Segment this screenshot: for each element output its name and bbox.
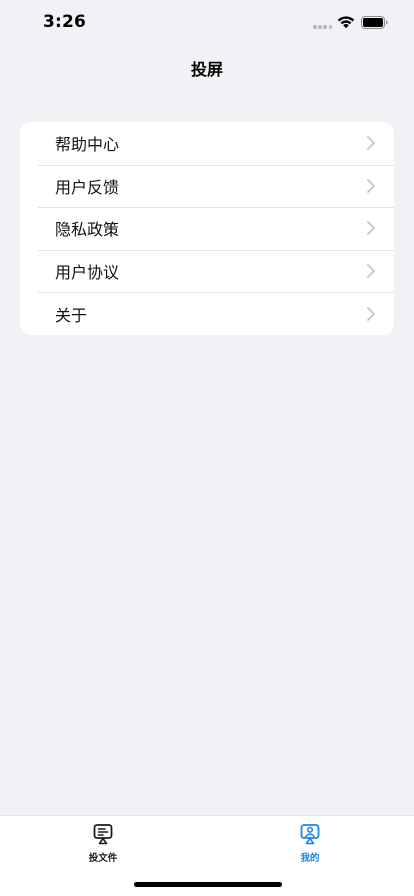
page-title: 投屏 bbox=[190, 60, 223, 79]
menu-item-help-center[interactable]: 帮助中心 bbox=[20, 122, 394, 165]
chevron-right-icon bbox=[367, 178, 375, 193]
menu-item-user-agreement[interactable]: 用户协议 bbox=[20, 249, 394, 293]
signal-dots-icon bbox=[313, 25, 333, 29]
menu-item-label: 隐私政策 bbox=[55, 220, 120, 240]
wifi-icon bbox=[337, 16, 355, 29]
tab-label: 投文件 bbox=[88, 853, 118, 864]
chevron-right-icon bbox=[367, 221, 375, 236]
menu-item-label: 用户反馈 bbox=[55, 177, 120, 197]
status-time: 3:26 bbox=[43, 12, 87, 32]
battery-icon bbox=[361, 16, 388, 29]
tab-mine[interactable]: 我的 bbox=[270, 823, 350, 864]
menu-item-label: 用户协议 bbox=[55, 263, 120, 283]
chevron-right-icon bbox=[367, 306, 375, 321]
chevron-right-icon bbox=[367, 136, 375, 151]
menu-item-feedback[interactable]: 用户反馈 bbox=[20, 164, 394, 208]
tab-label: 我的 bbox=[300, 853, 320, 864]
menu-item-about[interactable]: 关于 bbox=[20, 292, 394, 335]
menu-item-label: 帮助中心 bbox=[55, 135, 120, 155]
home-indicator bbox=[134, 882, 282, 887]
profile-cast-icon bbox=[300, 824, 320, 845]
menu-item-privacy-policy[interactable]: 隐私政策 bbox=[20, 207, 394, 250]
status-bar: 3:26 bbox=[0, 0, 414, 48]
cast-file-icon bbox=[93, 824, 113, 845]
chevron-right-icon bbox=[367, 264, 375, 278]
tab-cast-files[interactable]: 投文件 bbox=[63, 823, 143, 864]
menu-card: 帮助中心 用户反馈 隐私政策 用户协议 关于 bbox=[20, 122, 394, 335]
menu-item-label: 关于 bbox=[55, 305, 88, 325]
